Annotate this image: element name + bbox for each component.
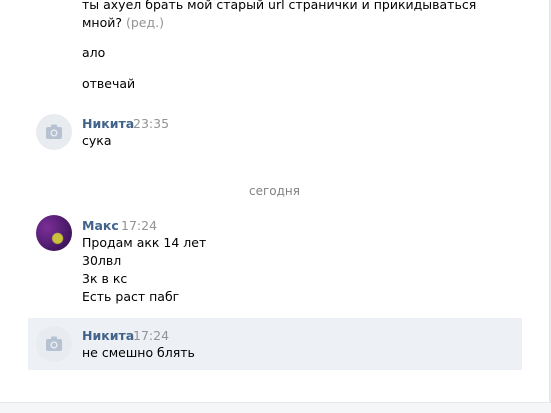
message-text: мной? — [82, 15, 123, 30]
avatar[interactable] — [36, 326, 72, 362]
message-text: сука — [82, 133, 112, 148]
message-time[interactable]: 23:35 — [133, 116, 169, 132]
message-author[interactable]: Макс — [82, 218, 119, 234]
message-text: не смешно блять — [82, 345, 195, 360]
message-text-line: ало — [82, 45, 106, 60]
message-text-line: ты ахуел брать мой старый url странички … — [82, 0, 477, 12]
message-text-line: отвечай — [82, 76, 136, 91]
message-text-line: Продам акк 14 лет — [82, 235, 207, 250]
message-author[interactable]: Никита — [82, 328, 134, 344]
avatar[interactable] — [36, 215, 72, 251]
edited-label[interactable]: (ред.) — [126, 15, 164, 30]
date-separator: сегодня — [249, 184, 300, 198]
message-time[interactable]: 17:24 — [133, 328, 169, 344]
message-author[interactable]: Никита — [82, 116, 134, 132]
camera-icon — [46, 336, 62, 351]
camera-icon — [46, 124, 62, 139]
message-text-line: 3к в кс — [82, 271, 128, 286]
avatar[interactable] — [36, 114, 72, 150]
message-text-line: мной? (ред.) — [82, 14, 164, 32]
chat-history: ты ахуел брать мой старый url странички … — [0, 0, 549, 403]
bottom-divider — [0, 402, 551, 413]
message-text-line: 30лвл — [82, 253, 122, 268]
message-time[interactable]: 17:24 — [121, 218, 157, 234]
message-text-line: Есть раст пабг — [82, 289, 180, 304]
